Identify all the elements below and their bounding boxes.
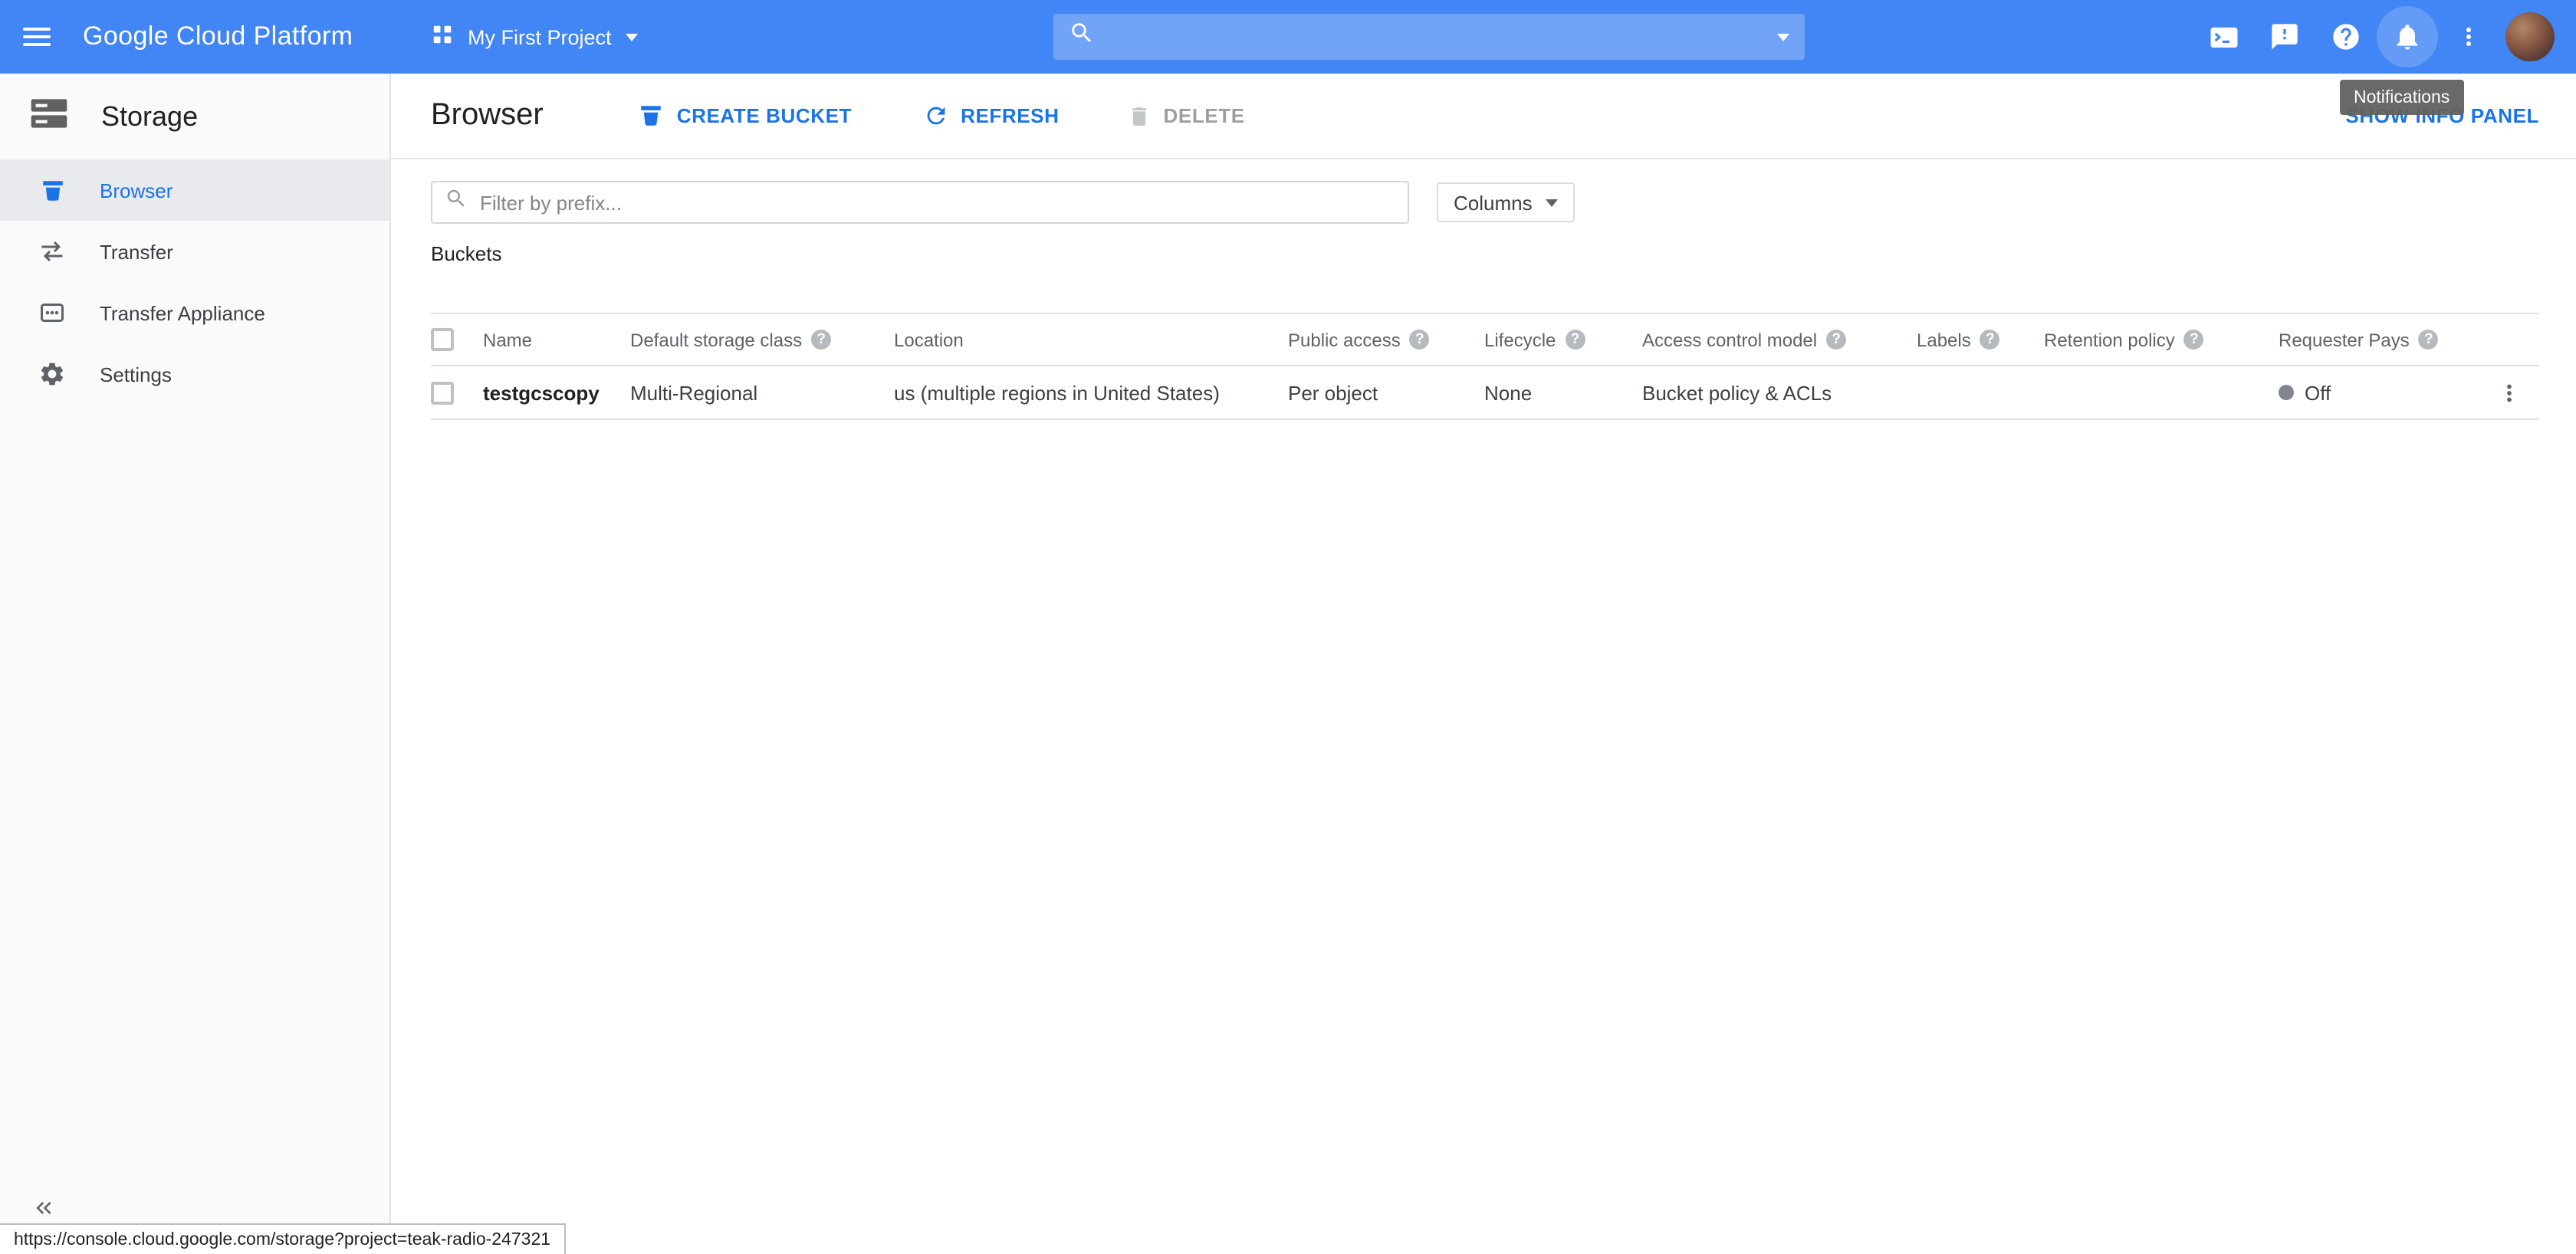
content-area: Columns Buckets Name Default storage cla… bbox=[391, 159, 2576, 420]
sidebar-title: Storage bbox=[101, 100, 198, 133]
column-header-lifecycle: Lifecycle bbox=[1484, 329, 1642, 350]
bucket-icon bbox=[38, 176, 66, 204]
sidebar-header: Storage bbox=[0, 74, 389, 159]
sidebar-item-label: Browser bbox=[100, 179, 172, 202]
help-button[interactable] bbox=[2315, 6, 2377, 67]
topbar-actions bbox=[2193, 0, 2576, 74]
search-bar[interactable] bbox=[1053, 14, 1805, 60]
refresh-icon bbox=[922, 103, 948, 129]
column-header-storage-class: Default storage class bbox=[630, 329, 894, 350]
gcp-logo[interactable]: Google Cloud Platform bbox=[83, 21, 353, 52]
bucket-requester-pays: Off bbox=[2279, 381, 2478, 404]
page-header: Browser CREATE BUCKET REFRESH DELETE SHO… bbox=[391, 74, 2576, 159]
help-icon[interactable] bbox=[1826, 330, 1846, 350]
project-selector-label: My First Project bbox=[468, 25, 612, 48]
hamburger-menu-button[interactable] bbox=[0, 0, 74, 74]
overflow-menu-button[interactable] bbox=[2438, 6, 2499, 67]
help-icon[interactable] bbox=[811, 330, 831, 350]
storage-product-icon bbox=[28, 91, 71, 142]
refresh-button[interactable]: REFRESH bbox=[922, 103, 1059, 129]
create-bucket-button[interactable]: CREATE BUCKET bbox=[639, 103, 852, 129]
main-content: Browser CREATE BUCKET REFRESH DELETE SHO… bbox=[391, 74, 2576, 1254]
sidebar-item-settings[interactable]: Settings bbox=[0, 343, 389, 405]
column-header-location: Location bbox=[894, 329, 1288, 350]
bucket-storage-class: Multi-Regional bbox=[630, 381, 894, 404]
sidebar: Storage Browser Transfer Transfer Applia… bbox=[0, 74, 391, 1254]
feedback-icon bbox=[2269, 21, 2300, 52]
status-bar: https://console.cloud.google.com/storage… bbox=[0, 1223, 566, 1254]
columns-dropdown[interactable]: Columns bbox=[1437, 182, 1576, 222]
gcp-console: Google Cloud Platform My First Project bbox=[0, 0, 2576, 1254]
notifications-tooltip: Notifications bbox=[2340, 80, 2463, 115]
terminal-icon bbox=[2207, 21, 2239, 53]
bucket-row-checkbox[interactable] bbox=[431, 381, 454, 404]
column-header-public-access: Public access bbox=[1288, 329, 1484, 350]
hamburger-icon bbox=[23, 28, 51, 46]
sidebar-item-transfer-appliance[interactable]: Transfer Appliance bbox=[0, 282, 389, 343]
requester-pays-status-dot bbox=[2279, 385, 2294, 400]
transfer-arrows-icon bbox=[38, 238, 66, 265]
help-icon[interactable] bbox=[1565, 330, 1585, 350]
buckets-section-label: Buckets bbox=[431, 242, 2539, 265]
feedback-button[interactable] bbox=[2254, 6, 2315, 67]
collapse-chevrons-icon bbox=[31, 1196, 55, 1220]
bucket-public-access: Per object bbox=[1288, 381, 1484, 404]
sidebar-item-label: Transfer bbox=[100, 240, 173, 263]
sidebar-item-transfer[interactable]: Transfer bbox=[0, 221, 389, 282]
search-caret-icon[interactable] bbox=[1777, 33, 1789, 41]
help-icon[interactable] bbox=[1980, 330, 2000, 350]
filter-row: Columns bbox=[431, 181, 2539, 224]
filter-box bbox=[431, 181, 1409, 224]
filter-search-icon bbox=[445, 187, 468, 218]
bucket-access-control: Bucket policy & ACLs bbox=[1642, 381, 1917, 404]
bucket-location: us (multiple regions in United States) bbox=[894, 381, 1288, 404]
bucket-name[interactable]: testgcscopy bbox=[483, 381, 630, 404]
avatar[interactable] bbox=[2505, 12, 2555, 61]
project-caret-icon bbox=[626, 33, 638, 41]
page-title: Browser bbox=[431, 98, 544, 133]
sidebar-item-browser[interactable]: Browser bbox=[0, 159, 389, 221]
status-bar-url: https://console.cloud.google.com/storage… bbox=[14, 1230, 550, 1249]
sidebar-item-label: Transfer Appliance bbox=[100, 301, 265, 324]
notifications-button[interactable] bbox=[2377, 6, 2438, 67]
delete-button: DELETE bbox=[1127, 103, 1245, 128]
help-icon[interactable] bbox=[2419, 330, 2439, 350]
trash-icon bbox=[1127, 103, 1152, 128]
bucket-row[interactable]: testgcscopy Multi-Regional us (multiple … bbox=[431, 366, 2539, 420]
create-bucket-icon bbox=[639, 103, 665, 129]
help-icon[interactable] bbox=[2184, 330, 2204, 350]
help-icon[interactable] bbox=[1410, 330, 1430, 350]
filter-input[interactable] bbox=[480, 191, 1395, 214]
column-header-name: Name bbox=[483, 329, 630, 350]
bucket-table-header: Name Default storage class Location Publ… bbox=[431, 313, 2539, 366]
help-icon bbox=[2331, 21, 2361, 52]
column-header-access-control: Access control model bbox=[1642, 329, 1917, 350]
top-bar: Google Cloud Platform My First Project bbox=[0, 0, 2576, 74]
columns-caret-icon bbox=[1546, 199, 1559, 206]
appliance-icon bbox=[38, 299, 66, 327]
header-checkbox[interactable] bbox=[431, 328, 454, 351]
project-grid-icon bbox=[431, 23, 454, 51]
row-menu-button[interactable] bbox=[2478, 379, 2539, 405]
search-input[interactable] bbox=[1107, 25, 1765, 49]
more-vert-icon bbox=[2455, 23, 2482, 51]
cloud-shell-button[interactable] bbox=[2193, 6, 2254, 67]
bell-icon bbox=[2392, 21, 2423, 52]
search-icon bbox=[1069, 20, 1095, 54]
gear-icon bbox=[38, 360, 66, 388]
sidebar-item-label: Settings bbox=[100, 363, 172, 386]
column-header-requester-pays: Requester Pays bbox=[2279, 329, 2478, 350]
column-header-labels: Labels bbox=[1917, 329, 2044, 350]
column-header-retention-policy: Retention policy bbox=[2044, 329, 2279, 350]
bucket-lifecycle: None bbox=[1484, 381, 1642, 404]
row-more-vert-icon bbox=[2496, 379, 2522, 405]
sidebar-collapse-button[interactable] bbox=[31, 1196, 55, 1225]
sidebar-nav: Browser Transfer Transfer Appliance Sett… bbox=[0, 159, 389, 405]
project-selector[interactable]: My First Project bbox=[431, 0, 638, 74]
